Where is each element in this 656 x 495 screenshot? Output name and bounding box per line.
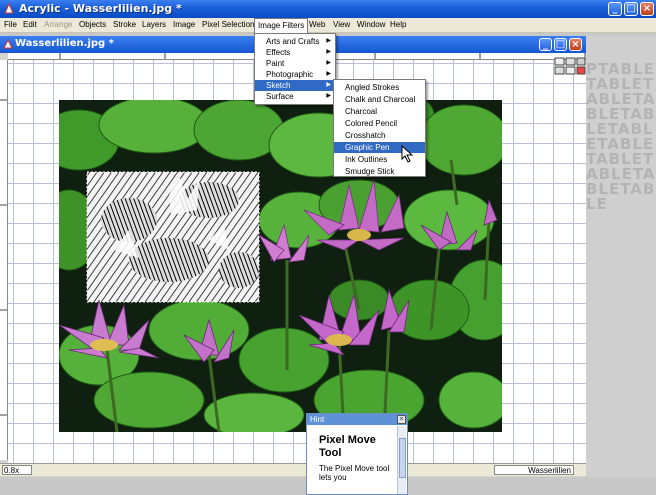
app-titlebar: Acrylic - Wasserlilien.jpg * _ □ × — [0, 0, 656, 18]
status-document-name: Wasserlilien — [494, 465, 574, 475]
submenu-arrow-icon: ▶ — [326, 38, 331, 44]
submenu-arrow-icon: ▶ — [326, 49, 331, 55]
menu-view[interactable]: View — [333, 20, 350, 29]
submenu-arrow-icon: ▶ — [326, 82, 331, 88]
menu-stroke[interactable]: Stroke — [113, 20, 136, 29]
document-title: Wasserlilien.jpg * — [15, 38, 114, 49]
app-title: Acrylic - Wasserlilien.jpg * — [19, 2, 182, 15]
acrylic-app-icon[interactable] — [3, 3, 15, 15]
submenu-arrow-icon: ▶ — [326, 71, 331, 77]
menu-item-surface[interactable]: Surface ▶ — [255, 91, 335, 102]
zoom-level[interactable]: 0.8x — [2, 465, 32, 475]
menu-item-sketch[interactable]: Sketch ▶ — [255, 80, 335, 91]
document-icon — [3, 39, 13, 49]
menu-item-paint[interactable]: Paint ▶ — [255, 58, 335, 69]
menu-item-chalk-and-charcoal[interactable]: Chalk and Charcoal — [334, 94, 425, 105]
side-panel-watermark: PTABLETABLETABLETABLETABLETABLETABLETABL… — [586, 60, 656, 213]
hint-close-icon[interactable]: × — [397, 415, 406, 424]
hint-panel: Hint × Pixel Move Tool The Pixel Move to… — [306, 413, 408, 495]
hint-title: Pixel Move Tool — [319, 434, 376, 459]
doc-minimize-icon[interactable]: _ — [539, 38, 552, 51]
status-bar: 0.8x Wasserlilien — [0, 463, 586, 476]
minimize-icon[interactable]: _ — [608, 2, 622, 16]
menu-objects[interactable]: Objects — [79, 20, 106, 29]
mouse-pointer-icon — [401, 145, 414, 163]
menu-edit[interactable]: Edit — [23, 20, 37, 29]
hint-header: Hint — [307, 414, 407, 425]
menu-item-charcoal[interactable]: Charcoal — [334, 106, 425, 117]
menu-bar: File Edit Arrange Objects Stroke Layers … — [0, 18, 656, 33]
menu-item-angled-strokes[interactable]: Angled Strokes — [334, 82, 425, 93]
menu-item-photographic[interactable]: Photographic ▶ — [255, 69, 335, 80]
menu-item-effects[interactable]: Effects ▶ — [255, 47, 335, 58]
side-panel: PTABLETABLETABLETABLETABLETABLETABLETABL… — [586, 36, 656, 477]
hint-scroll-thumb[interactable] — [399, 438, 406, 478]
menu-item-colored-pencil[interactable]: Colored Pencil — [334, 118, 425, 129]
hint-scrollbar[interactable] — [397, 426, 406, 494]
layer-tools-icons[interactable] — [554, 56, 586, 76]
menu-arrange[interactable]: Arrange — [44, 20, 72, 29]
menu-layers[interactable]: Layers — [142, 20, 166, 29]
menu-pixel-selection[interactable]: Pixel Selection — [202, 20, 254, 29]
water-lilies-image[interactable] — [59, 100, 502, 432]
menu-item-crosshatch[interactable]: Crosshatch — [334, 130, 425, 141]
menu-image-filters[interactable]: Image Filters — [254, 18, 309, 33]
doc-maximize-icon[interactable]: □ — [554, 38, 567, 51]
doc-close-icon[interactable]: × — [569, 38, 582, 51]
image-filters-menu: Arts and Crafts ▶ Effects ▶ Paint ▶ Photogr… — [254, 33, 336, 105]
vertical-ruler — [0, 60, 8, 460]
submenu-arrow-icon: ▶ — [326, 60, 331, 66]
close-icon[interactable]: × — [640, 2, 654, 16]
menu-item-arts-and-crafts[interactable]: Arts and Crafts ▶ — [255, 36, 335, 47]
menu-image[interactable]: Image — [173, 20, 195, 29]
maximize-icon[interactable]: □ — [624, 2, 638, 16]
menu-help[interactable]: Help — [390, 20, 406, 29]
hint-text: The Pixel Move tool lets you — [319, 464, 390, 482]
menu-web[interactable]: Web — [309, 20, 325, 29]
menu-window[interactable]: Window — [357, 20, 385, 29]
menu-file[interactable]: File — [4, 20, 17, 29]
menu-item-smudge-stick[interactable]: Smudge Stick — [334, 166, 425, 177]
submenu-arrow-icon: ▶ — [326, 93, 331, 99]
